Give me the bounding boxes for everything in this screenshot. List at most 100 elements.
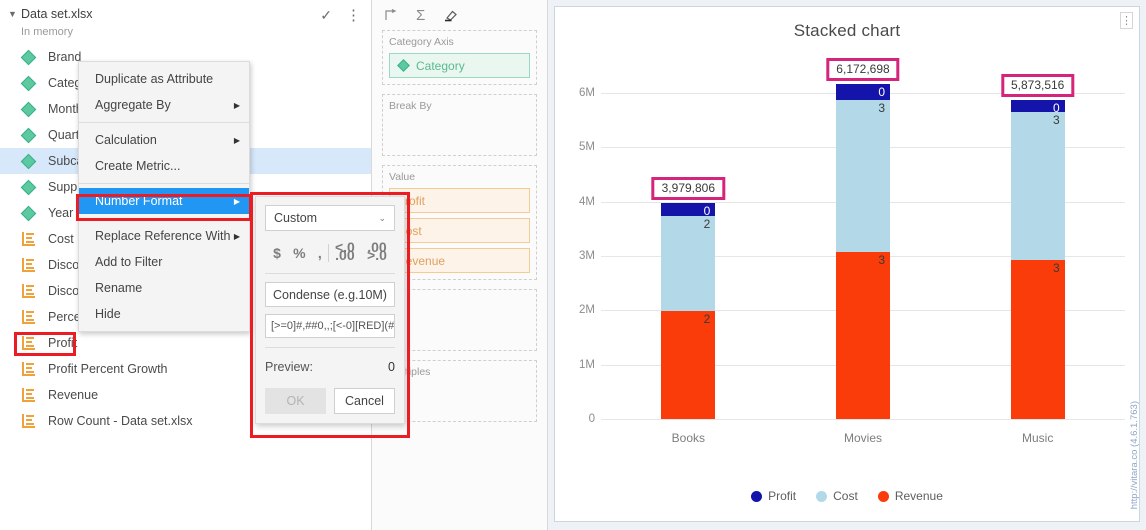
format-string-input[interactable]: [>=0]#,##0,,;[<-0][RED](#,# bbox=[265, 314, 395, 338]
chart-panel: ⋮ Stacked chart 01M2M3M4M5M6M2203,979,80… bbox=[548, 0, 1146, 530]
dataset-check-icon[interactable]: ✓ bbox=[320, 7, 332, 24]
attribute-icon bbox=[397, 59, 410, 72]
editor-chip[interactable]: Revenue bbox=[389, 248, 530, 273]
menu-item-duplicate-as-attribute[interactable]: Duplicate as Attribute bbox=[79, 66, 249, 92]
menu-item-number-format[interactable]: Number Format▶ bbox=[79, 188, 249, 214]
bar-segment-label: 0 bbox=[878, 86, 885, 99]
menu-item-add-to-filter[interactable]: Add to Filter bbox=[79, 249, 249, 275]
eraser-icon[interactable] bbox=[443, 8, 458, 22]
chart-legend: Profit Cost Revenue bbox=[555, 489, 1139, 503]
attribute-icon bbox=[22, 156, 42, 167]
menu-item-label: Calculation bbox=[95, 133, 157, 147]
dropzone-category-axis[interactable]: Category AxisCategory bbox=[382, 30, 537, 85]
field-label: Profit Percent Growth bbox=[42, 362, 168, 376]
menu-item-create-metric[interactable]: Create Metric... bbox=[79, 153, 249, 179]
bar-stack[interactable]: 3 3 0 bbox=[836, 53, 890, 419]
dropzone-multiples[interactable]: Multiples bbox=[382, 360, 537, 422]
menu-item-rename[interactable]: Rename bbox=[79, 275, 249, 301]
menu-item-aggregate-by[interactable]: Aggregate By▶ bbox=[79, 92, 249, 118]
decrease-decimal-icon[interactable]: <.0.00 bbox=[329, 243, 361, 263]
dialog-actions: OK Cancel bbox=[265, 388, 395, 414]
legend-item[interactable]: Revenue bbox=[878, 489, 943, 503]
bar-stack[interactable]: 220 bbox=[661, 53, 715, 419]
bar-segment-profit[interactable]: 0 bbox=[1011, 100, 1065, 112]
dataset-collapse-caret-icon[interactable]: ▼ bbox=[8, 6, 21, 22]
editor-chip[interactable]: Cost bbox=[389, 218, 530, 243]
legend-swatch bbox=[816, 491, 827, 502]
attribute-icon bbox=[22, 104, 42, 115]
menu-item-label: Hide bbox=[95, 307, 121, 321]
ok-button[interactable]: OK bbox=[265, 388, 326, 414]
preview-value: 0 bbox=[388, 360, 395, 374]
dataset-title: Data set.xlsx bbox=[21, 6, 320, 22]
bar-segment-profit[interactable]: 0 bbox=[836, 84, 890, 100]
dataset-more-options-icon[interactable] bbox=[346, 11, 361, 21]
bar-segment-label: 3 bbox=[878, 102, 885, 115]
currency-icon[interactable]: $ bbox=[267, 245, 287, 261]
number-format-dialog: Custom ⌄ $ % , <.0.00 .00>.0 Condense (e… bbox=[255, 196, 405, 424]
y-axis-tick-label: 6M bbox=[555, 87, 595, 99]
metric-icon bbox=[22, 388, 42, 402]
x-axis-tick-label: Books bbox=[628, 431, 748, 445]
x-axis-tick-label: Movies bbox=[803, 431, 923, 445]
field-label: Month bbox=[42, 102, 83, 116]
dropzone-label: Break By bbox=[389, 100, 530, 112]
dropzone-label: Value bbox=[389, 171, 530, 183]
bar-segment-revenue[interactable]: 3 bbox=[836, 252, 890, 419]
condense-button[interactable]: Condense (e.g.10M) bbox=[265, 282, 395, 307]
watermark-text: http://vitara.co (4.6.1.763) bbox=[1129, 401, 1140, 509]
dropzone-value[interactable]: Value Profit Cost Revenue bbox=[382, 165, 537, 280]
bar-segment-cost[interactable]: 2 bbox=[661, 216, 715, 311]
attribute-icon bbox=[22, 52, 42, 63]
legend-item[interactable]: Cost bbox=[816, 489, 858, 503]
y-axis-tick-label: 0 bbox=[555, 413, 595, 425]
y-axis-tick-label: 5M bbox=[555, 141, 595, 153]
field-label: Cost bbox=[42, 232, 74, 246]
editor-chip[interactable]: Category bbox=[389, 53, 530, 78]
bar-segment-revenue[interactable]: 3 bbox=[1011, 260, 1065, 419]
format-category-select[interactable]: Custom ⌄ bbox=[265, 205, 395, 231]
dropzone-unnamed-3[interactable] bbox=[382, 289, 537, 351]
percent-icon[interactable]: % bbox=[287, 245, 312, 261]
menu-item-hide[interactable]: Hide bbox=[79, 301, 249, 327]
bar-segment-profit[interactable]: 0 bbox=[661, 203, 715, 217]
bar-stack[interactable]: 3 3 0 bbox=[1011, 53, 1065, 419]
metric-icon bbox=[22, 232, 42, 246]
legend-item[interactable]: Profit bbox=[751, 489, 796, 503]
bar-segment-cost[interactable]: 3 bbox=[836, 100, 890, 252]
plot-area: 01M2M3M4M5M6M2203,979,806Books3306,172,6… bbox=[555, 53, 1139, 521]
menu-item-label: Rename bbox=[95, 281, 142, 295]
bar-segment-cost[interactable]: 3 bbox=[1011, 112, 1065, 260]
submenu-arrow-icon: ▶ bbox=[234, 197, 240, 206]
total-value-callout: 5,873,516 bbox=[1001, 74, 1074, 97]
increase-decimal-icon[interactable]: .00>.0 bbox=[361, 243, 393, 263]
menu-item-label: Create Metric... bbox=[95, 159, 180, 173]
metric-icon bbox=[22, 258, 42, 272]
legend-label: Profit bbox=[768, 489, 796, 503]
bar-segment-label: 3 bbox=[1053, 114, 1060, 127]
legend-swatch bbox=[878, 491, 889, 502]
axis-swap-icon[interactable] bbox=[384, 8, 398, 22]
menu-item-calculation[interactable]: Calculation▶ bbox=[79, 127, 249, 153]
chart-title: Stacked chart bbox=[555, 7, 1139, 41]
y-axis-tick-label: 3M bbox=[555, 250, 595, 262]
sigma-icon[interactable]: Σ bbox=[416, 7, 425, 24]
chart-more-options-icon[interactable]: ⋮ bbox=[1120, 12, 1133, 29]
format-category-value: Custom bbox=[274, 211, 317, 225]
attribute-icon bbox=[22, 182, 42, 193]
field-context-menu[interactable]: Duplicate as AttributeAggregate By▶ Calcu… bbox=[78, 61, 250, 332]
dialog-divider-1 bbox=[265, 273, 395, 274]
menu-item-replace-reference-with[interactable]: Replace Reference With▶ bbox=[79, 223, 249, 249]
thousands-separator-icon[interactable]: , bbox=[312, 245, 328, 261]
cancel-button[interactable]: Cancel bbox=[334, 388, 395, 414]
bar-segment-label: 2 bbox=[704, 313, 711, 326]
preview-row: Preview: 0 bbox=[265, 356, 395, 378]
editor-dropzones: Category AxisCategory Break By Value Profit… bbox=[382, 30, 537, 422]
dataset-status: In memory bbox=[21, 25, 320, 40]
dropzone-break-by[interactable]: Break By bbox=[382, 94, 537, 156]
y-axis-tick-label: 1M bbox=[555, 359, 595, 371]
editor-chip[interactable]: Profit bbox=[389, 188, 530, 213]
bar-segment-revenue[interactable]: 2 bbox=[661, 311, 715, 419]
field-label: Revenue bbox=[42, 388, 98, 402]
menu-separator bbox=[79, 183, 249, 184]
